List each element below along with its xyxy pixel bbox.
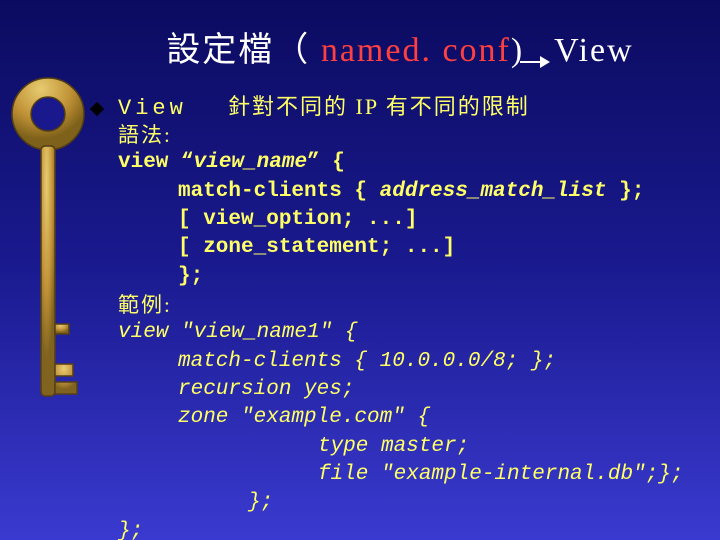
key-graphic [8, 64, 88, 484]
arrow-icon [520, 47, 550, 59]
syntax-l3: [ view_option; ...] [118, 206, 690, 234]
example-l3: recursion yes; [118, 376, 690, 404]
example-l8: }; [118, 518, 690, 540]
example-label: 範例: [118, 291, 690, 319]
syntax-l4: [ zone_statement; ...] [118, 234, 690, 262]
bullet-icon [90, 102, 104, 116]
title-suffix: View [544, 32, 634, 69]
bullet-row: View 針對不同的 IP 有不同的限制 [90, 89, 690, 121]
title-red: named. conf [321, 32, 511, 69]
syntax-label: 語法: [118, 121, 690, 149]
syntax-l5: }; [118, 263, 690, 291]
bullet-label: View [118, 96, 228, 121]
title-prefix: 設定檔（ [166, 32, 321, 69]
slide-content: 設定檔（ named. conf) View View 針對不同的 IP 有不同… [90, 22, 690, 540]
body-block: 語法: view “view_name” { match-clients { a… [118, 121, 690, 540]
example-l7: }; [118, 489, 690, 517]
slide-root: 設定檔（ named. conf) View View 針對不同的 IP 有不同… [0, 0, 720, 540]
example-l6: file "example-internal.db";}; [118, 461, 690, 489]
syntax-l1: view “view_name” { [118, 149, 690, 177]
example-l5: type master; [118, 433, 690, 461]
slide-title: 設定檔（ named. conf) View [110, 22, 690, 71]
bullet-desc: 針對不同的 IP 有不同的限制 [228, 89, 530, 121]
example-l4: zone "example.com" { [118, 404, 690, 432]
syntax-l2: match-clients { address_match_list }; [118, 178, 690, 206]
example-l1: view "view_name1" { [118, 319, 690, 347]
example-l2: match-clients { 10.0.0.0/8; }; [118, 348, 690, 376]
